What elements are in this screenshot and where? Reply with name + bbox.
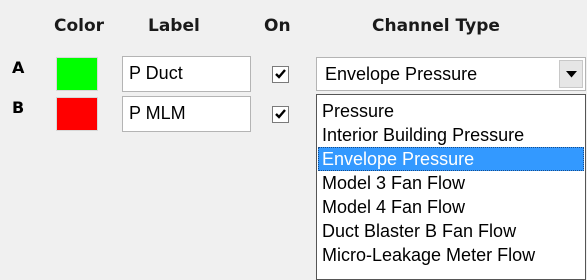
header-color: Color [54, 16, 105, 36]
dropdown-button[interactable] [559, 60, 583, 88]
dropdown-option[interactable]: Model 4 Fan Flow [318, 195, 584, 219]
dropdown-option-highlighted[interactable]: Envelope Pressure [318, 147, 584, 171]
channel-type-combobox[interactable]: Envelope Pressure [316, 57, 586, 91]
dropdown-option[interactable]: Interior Building Pressure [318, 123, 584, 147]
dropdown-option[interactable]: Model 3 Fan Flow [318, 171, 584, 195]
chevron-down-icon [566, 71, 577, 78]
channel-type-selected: Envelope Pressure [325, 64, 478, 84]
header-channel-type: Channel Type [372, 16, 500, 36]
row-a-label-input[interactable] [122, 56, 251, 92]
header-on: On [264, 16, 291, 36]
dropdown-option[interactable]: Duct Blaster B Fan Flow [318, 219, 584, 243]
checkmark-icon [275, 109, 286, 119]
dropdown-option[interactable]: Pressure [318, 99, 584, 123]
row-b-label-input[interactable] [122, 96, 251, 132]
channel-type-dropdown-list[interactable]: Pressure Interior Building Pressure Enve… [316, 94, 586, 280]
header-label: Label [148, 16, 200, 36]
dropdown-option[interactable]: Micro-Leakage Meter Flow [318, 243, 584, 267]
row-b-on-checkbox[interactable] [272, 106, 289, 123]
row-a-on-checkbox[interactable] [272, 66, 289, 83]
row-a-color-swatch[interactable] [56, 57, 98, 91]
row-b-letter: B [12, 98, 25, 117]
row-b-color-swatch[interactable] [56, 97, 98, 131]
checkmark-icon [275, 69, 286, 79]
row-a-letter: A [12, 58, 25, 77]
